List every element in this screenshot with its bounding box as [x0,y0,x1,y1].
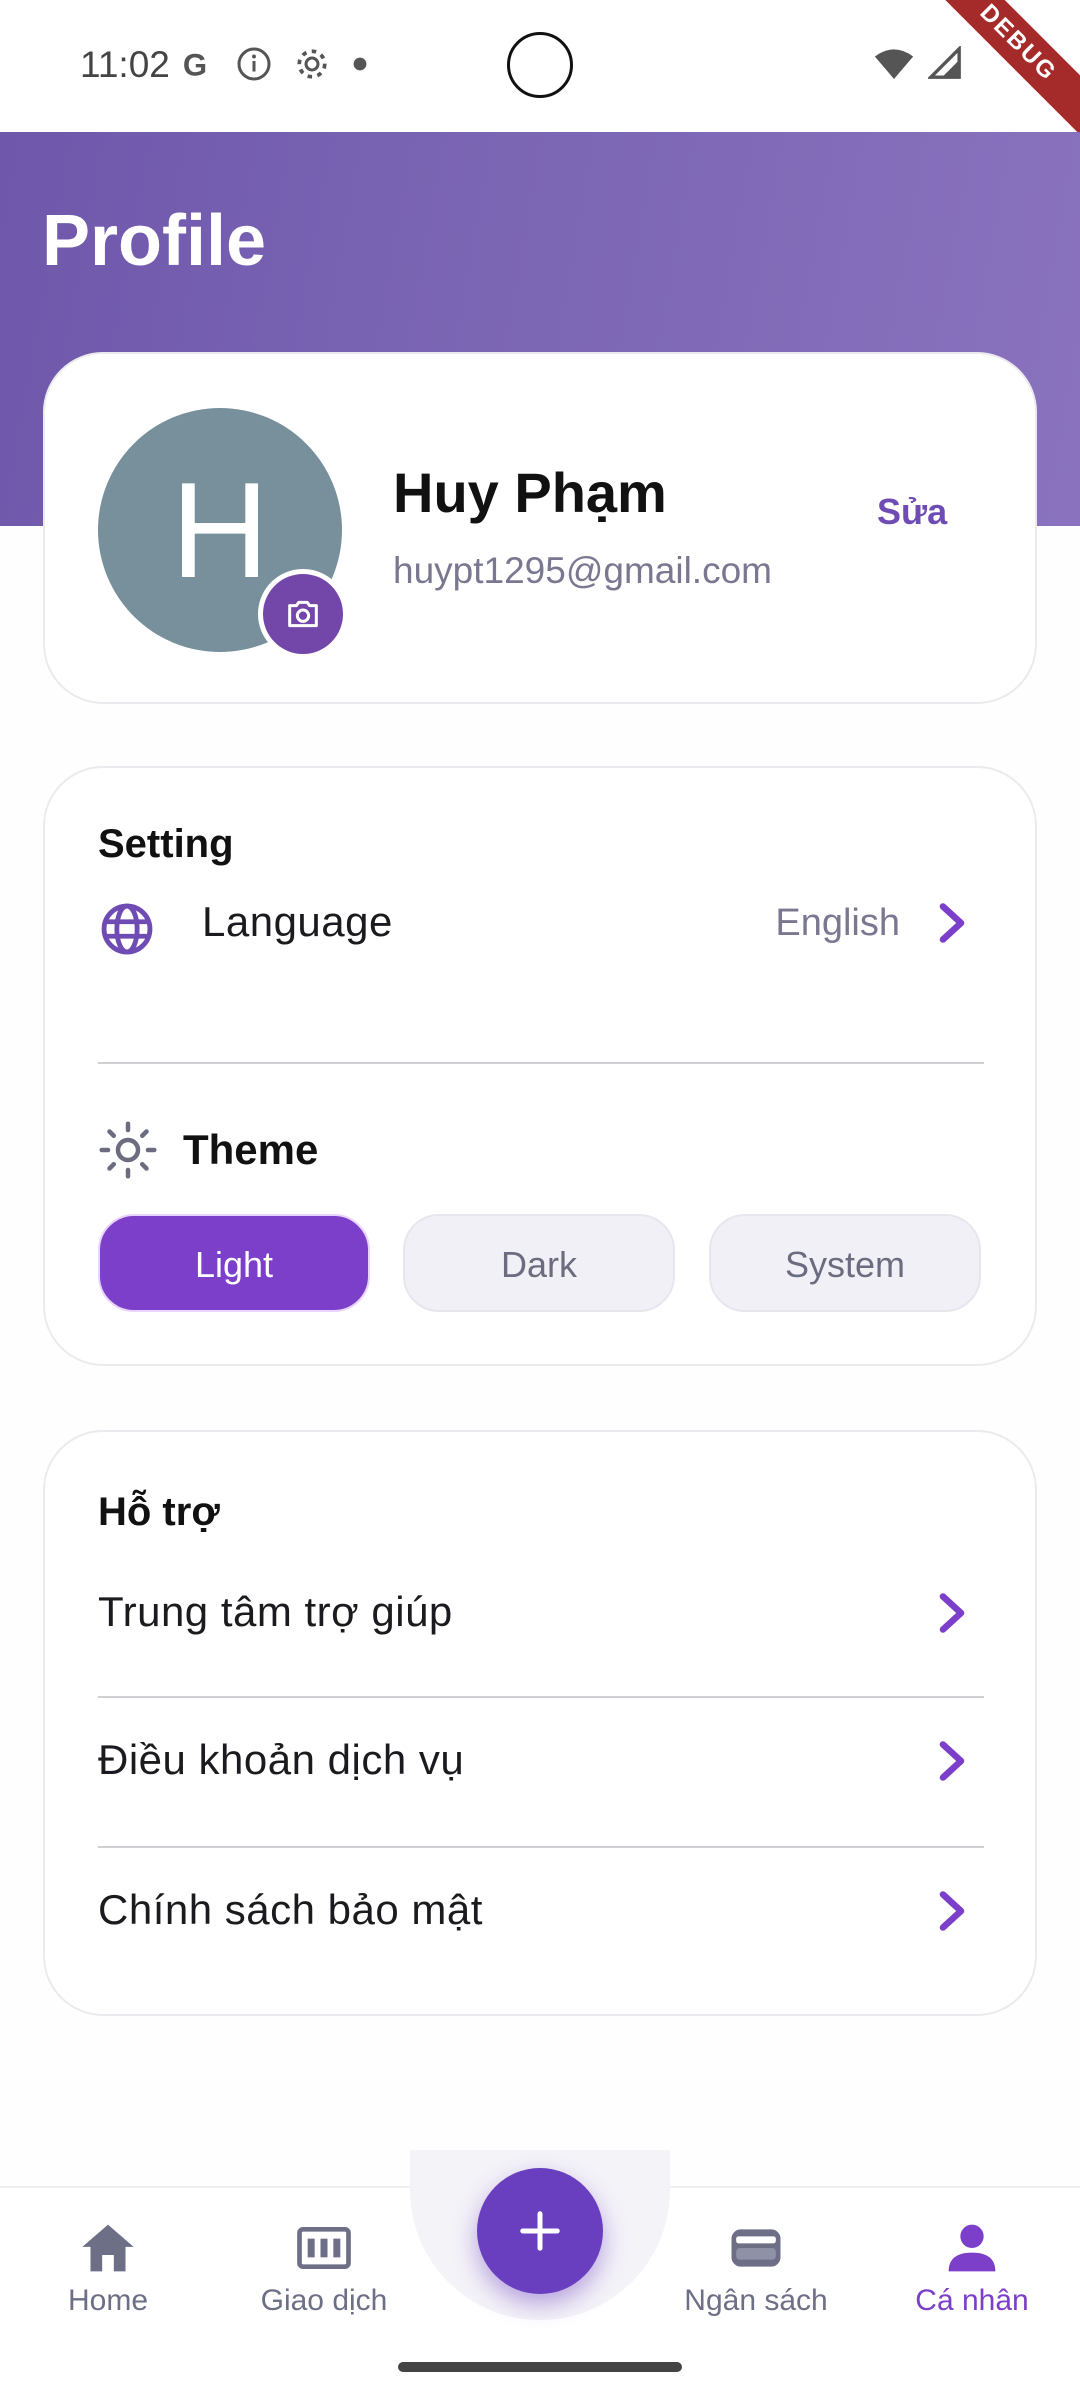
chevron-right-icon [939,1891,965,1931]
nav-budget[interactable]: Ngân sách [656,2222,856,2318]
dot-icon [353,57,367,71]
sun-icon [99,1121,157,1179]
help-center-row[interactable]: Trung tâm trợ giúp [98,1558,984,1668]
theme-label: Theme [183,1126,319,1173]
support-card: Hỗ trợ Trung tâm trợ giúp Điều khoản dịc… [43,1430,1037,2016]
terms-row[interactable]: Điều khoản dịch vụ [98,1706,984,1816]
divider [98,1696,984,1698]
add-transaction-button[interactable] [477,2168,603,2294]
profile-card: H Huy Phạm huypt1295@gmail.com Sửa [43,352,1037,704]
status-time: 11:02 [80,44,170,85]
support-section-title: Hỗ trợ [98,1490,220,1534]
chevron-right-icon [939,1593,965,1633]
chevron-right-icon [939,903,965,943]
settings-icon [297,49,327,79]
globe-icon [101,903,153,955]
user-name: Huy Phạm [393,461,667,524]
language-label: Language [202,898,393,945]
wallet-icon [731,2229,781,2267]
change-avatar-button[interactable] [258,569,348,659]
language-value: English [775,902,900,944]
page-title: Profile [42,201,267,281]
divider [98,1062,984,1064]
signal-icon [928,46,961,79]
status-icons-right [874,46,962,82]
chevron-right-icon [939,1741,965,1781]
theme-system-button[interactable]: System [709,1214,981,1312]
camera-icon [288,600,318,628]
info-icon [237,47,271,81]
settings-section-title: Setting [98,822,234,866]
nav-budget-label: Ngân sách [684,2284,828,2317]
status-icons-left: G [180,46,368,82]
google-icon: G [183,47,207,81]
home-indicator[interactable] [398,2362,682,2372]
person-icon [948,2224,996,2272]
privacy-label: Chính sách bảo mật [98,1886,483,1933]
edit-profile-button[interactable]: Sửa [877,491,947,533]
nav-transactions[interactable]: Giao dịch [224,2222,424,2318]
front-camera [507,32,573,98]
help-center-label: Trung tâm trợ giúp [98,1588,453,1635]
status-bar: 11:02 G DEBUG [0,0,1080,143]
user-email: huypt1295@gmail.com [393,550,772,591]
language-row[interactable]: Language English [98,868,984,978]
plus-icon [520,2211,560,2251]
nav-profile-label: Cá nhân [915,2284,1029,2317]
nav-home-label: Home [67,2284,149,2317]
home-icon [82,2224,134,2272]
theme-light-button[interactable]: Light [98,1214,370,1312]
theme-dark-button[interactable]: Dark [403,1214,675,1312]
divider [98,1846,984,1848]
svg-text:G: G [183,47,207,81]
nav-home[interactable]: Home [8,2222,208,2318]
privacy-row[interactable]: Chính sách bảo mật [98,1856,984,1966]
wifi-icon [874,49,914,79]
nav-transactions-label: Giao dịch [260,2284,388,2317]
nav-profile[interactable]: Cá nhân [872,2222,1072,2318]
terms-label: Điều khoản dịch vụ [98,1736,465,1783]
transactions-icon [297,2227,351,2269]
